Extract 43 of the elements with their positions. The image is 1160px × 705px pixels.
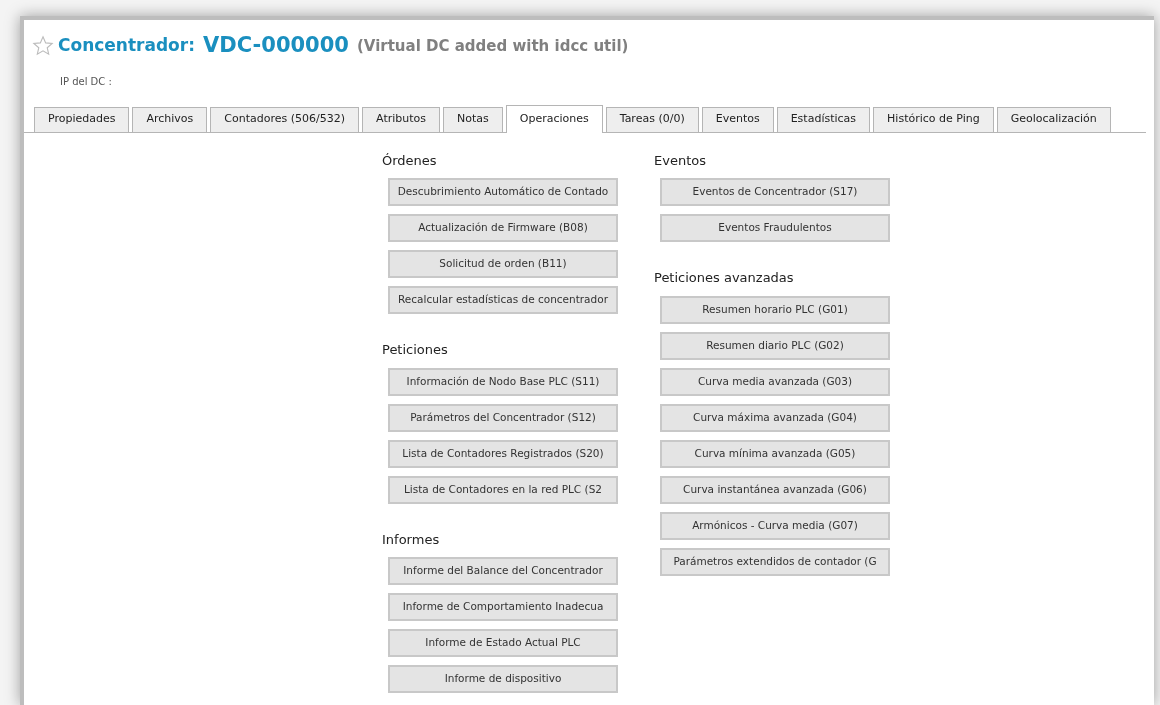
operation-button[interactable]: Eventos Fraudulentos	[660, 214, 890, 242]
operation-button[interactable]: Curva máxima avanzada (G04)	[660, 403, 890, 432]
tab[interactable]: Atributos	[362, 106, 440, 132]
operation-button[interactable]: Descubrimiento Automático de Contado	[388, 178, 618, 206]
tab[interactable]: Propiedades	[34, 106, 130, 132]
operation-button[interactable]: Recalcular estadísticas de concentrador	[388, 286, 618, 314]
operation-button[interactable]: Resumen horario PLC (G01)	[660, 295, 890, 324]
operation-button[interactable]: Informe de Estado Actual PLC	[388, 629, 618, 657]
operation-button[interactable]: Parámetros extendidos de contador (G	[660, 547, 890, 576]
section-heading: Informes	[382, 530, 440, 549]
operation-button[interactable]: Eventos de Concentrador (S17)	[660, 178, 890, 206]
operation-button[interactable]: Informe de dispositivo	[388, 665, 618, 693]
operation-button[interactable]: Informe del Balance del Concentrador	[388, 557, 618, 585]
tab[interactable]: Histórico de Ping	[873, 106, 994, 132]
operation-button[interactable]: Curva mínima avanzada (G05)	[660, 439, 890, 468]
section-heading: Eventos	[654, 151, 706, 170]
title-note: (Virtual DC added with idcc util)	[356, 35, 629, 57]
operation-button[interactable]: Curva instantánea avanzada (G06)	[660, 475, 890, 504]
operation-button[interactable]: Solicitud de orden (B11)	[388, 250, 618, 278]
ip-label: IP del DC :	[60, 75, 112, 87]
tab[interactable]: Geolocalización	[996, 106, 1111, 132]
operation-button[interactable]: Información de Nodo Base PLC (S11)	[388, 367, 618, 396]
tab[interactable]: Operaciones	[505, 104, 603, 133]
title-label: Concentrador:	[58, 34, 195, 57]
operation-button[interactable]: Resumen diario PLC (G02)	[660, 331, 890, 360]
operation-button[interactable]: Armónicos - Curva media (G07)	[660, 511, 890, 540]
tab[interactable]: Contadores (506/532)	[210, 106, 360, 132]
operation-button[interactable]: Parámetros del Concentrador (S12)	[388, 403, 618, 432]
tab[interactable]: Eventos	[701, 106, 774, 132]
operation-button[interactable]: Actualización de Firmware (B08)	[388, 214, 618, 242]
star-icon[interactable]	[32, 34, 54, 57]
tab[interactable]: Archivos	[132, 106, 208, 132]
operation-button[interactable]: Curva media avanzada (G03)	[660, 367, 890, 396]
operation-button[interactable]: Informe de Comportamiento Inadecua	[388, 593, 618, 621]
tab[interactable]: Notas	[443, 106, 503, 132]
tab[interactable]: Estadísticas	[776, 106, 871, 132]
section-heading: Órdenes	[382, 151, 437, 170]
section-heading: Peticiones avanzadas	[654, 269, 794, 287]
tab[interactable]: Tareas (0/0)	[605, 106, 699, 132]
operation-button[interactable]: Lista de Contadores en la red PLC (S2	[388, 475, 618, 504]
section-heading: Peticiones	[382, 341, 448, 359]
concentrator-id: VDC-000000	[203, 32, 349, 59]
operation-button[interactable]: Lista de Contadores Registrados (S20)	[388, 439, 618, 468]
